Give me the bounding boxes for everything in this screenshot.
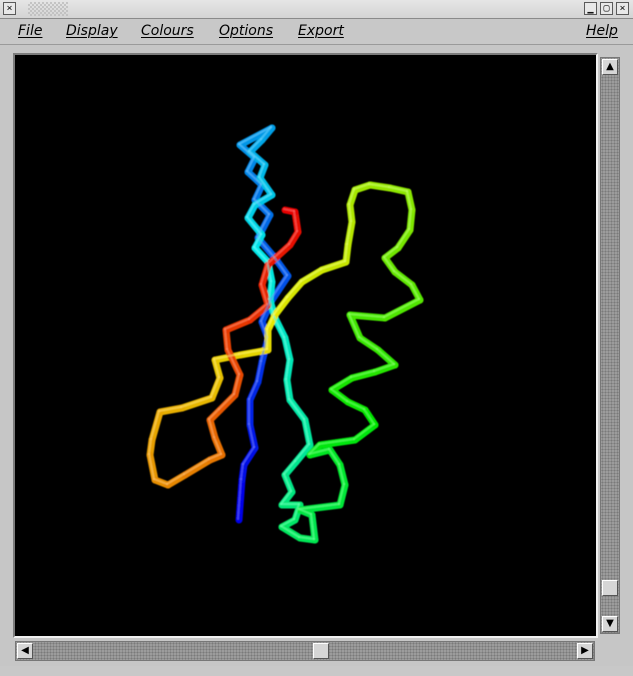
menu-bar: File Display Colours Options Export Help [0,19,633,45]
close-icon: × [619,3,626,14]
close-icon: × [6,3,13,14]
minimize-icon: ▁ [587,3,594,14]
window-icon [28,2,68,16]
close-window-button-right[interactable]: × [616,2,629,15]
scroll-down-button[interactable]: ▼ [602,616,618,632]
backbone-segment [222,316,254,334]
horizontal-scrollbar[interactable]: ◀ ▶ [15,641,595,661]
minimize-window-button[interactable]: ▁ [584,2,597,15]
window-bottom-edge [0,666,633,676]
vertical-scrollbar[interactable]: ▲ ▼ [600,57,620,634]
backbone-segment [381,296,424,322]
backbone-highlight [383,298,420,318]
molecule-viewport[interactable] [17,57,594,634]
backbone-segment [318,258,350,274]
backbone-segment [148,408,164,444]
backbone-trace [146,124,424,544]
arrow-right-icon: ▶ [581,645,589,656]
menu-display[interactable]: Display [66,23,118,39]
backbone-highlight [288,398,305,420]
scroll-up-button[interactable]: ▲ [602,59,618,75]
title-bar: × ▁ ▢ × [0,0,633,19]
backbone-segment [178,394,216,412]
menu-file[interactable]: File [18,23,42,39]
horizontal-scroll-thumb[interactable] [313,643,329,659]
arrow-left-icon: ◀ [21,645,29,656]
menu-options[interactable]: Options [219,23,273,39]
backbone-segment [351,421,379,444]
backbone-segment [181,456,214,479]
backbone-highlight [246,216,262,235]
menu-export[interactable]: Export [298,23,344,39]
vertical-scroll-thumb[interactable] [602,580,618,596]
arrow-up-icon: ▲ [606,61,614,72]
scroll-right-button[interactable]: ▶ [577,643,593,659]
maximize-icon: ▢ [603,3,610,14]
menu-help[interactable]: Help [586,23,618,39]
scroll-left-button[interactable]: ◀ [17,643,33,659]
menu-colours[interactable]: Colours [141,23,194,39]
maximize-window-button[interactable]: ▢ [600,2,613,15]
backbone-highlight [376,348,395,365]
close-window-button[interactable]: × [3,2,16,15]
arrow-down-icon: ▼ [606,618,614,629]
